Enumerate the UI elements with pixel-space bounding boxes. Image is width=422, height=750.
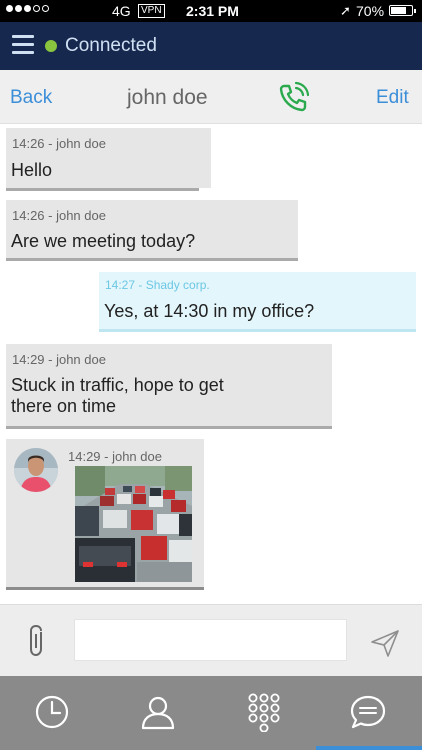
message-meta: 14:26 - john doe bbox=[12, 208, 106, 223]
status-time: 2:31 PM bbox=[186, 3, 239, 19]
active-tab-indicator bbox=[316, 746, 422, 750]
dialpad-icon[interactable] bbox=[244, 692, 284, 732]
vpn-badge: VPN bbox=[138, 4, 165, 18]
message-list[interactable]: 14:26 - john doe Hello 14:26 - john doe … bbox=[0, 124, 422, 604]
back-button[interactable]: Back bbox=[10, 87, 52, 109]
connection-status-dot bbox=[45, 40, 57, 52]
message-meta: 14:29 - john doe bbox=[68, 449, 162, 464]
status-bar: 4G VPN 2:31 PM ➚ 70% bbox=[0, 0, 422, 22]
battery-icon bbox=[389, 5, 416, 16]
bottom-tab-bar bbox=[0, 676, 422, 750]
send-icon[interactable] bbox=[370, 628, 400, 658]
message-text: Hello bbox=[11, 160, 53, 180]
message-meta: 14:26 - john doe bbox=[12, 136, 106, 151]
message-bubble-incoming[interactable]: 14:26 - john doe Hello bbox=[6, 128, 211, 191]
contact-name-title: john doe bbox=[127, 86, 208, 109]
message-text: Stuck in traffic, hope to get bbox=[11, 375, 224, 395]
message-composer bbox=[0, 604, 422, 676]
message-text: Are we meeting today? bbox=[11, 231, 196, 251]
chat-bubble-icon[interactable] bbox=[348, 692, 388, 732]
hamburger-menu-icon[interactable] bbox=[12, 35, 34, 55]
avatar[interactable] bbox=[14, 448, 58, 492]
location-arrow-icon: ➚ bbox=[340, 3, 351, 18]
message-text: there on time bbox=[11, 396, 117, 416]
message-text: Yes, at 14:30 in my office? bbox=[104, 301, 315, 321]
user-icon[interactable] bbox=[138, 692, 178, 732]
message-bubble-incoming[interactable]: 14:29 - john doe Stuck in traffic, hope … bbox=[6, 344, 332, 429]
network-type: 4G bbox=[112, 3, 131, 19]
conversation-header: Back john doe Edit bbox=[0, 70, 422, 124]
connection-bar: Connected bbox=[0, 22, 422, 70]
connection-status-label: Connected bbox=[65, 35, 157, 56]
message-input[interactable] bbox=[74, 619, 347, 661]
message-bubble-outgoing[interactable]: 14:27 - Shady corp. Yes, at 14:30 in my … bbox=[99, 272, 416, 332]
paperclip-icon[interactable] bbox=[26, 624, 48, 658]
edit-button[interactable]: Edit bbox=[376, 87, 409, 109]
image-attachment[interactable] bbox=[75, 466, 192, 582]
signal-strength-icon bbox=[6, 5, 49, 12]
message-meta: 14:27 - Shady corp. bbox=[105, 278, 210, 292]
message-meta: 14:29 - john doe bbox=[12, 352, 106, 367]
phone-call-icon[interactable] bbox=[276, 80, 312, 116]
message-bubble-incoming[interactable]: 14:29 - john doe bbox=[6, 439, 204, 590]
battery-percent: 70% bbox=[356, 3, 385, 19]
message-bubble-incoming[interactable]: 14:26 - john doe Are we meeting today? bbox=[6, 200, 298, 261]
clock-icon[interactable] bbox=[32, 692, 72, 732]
